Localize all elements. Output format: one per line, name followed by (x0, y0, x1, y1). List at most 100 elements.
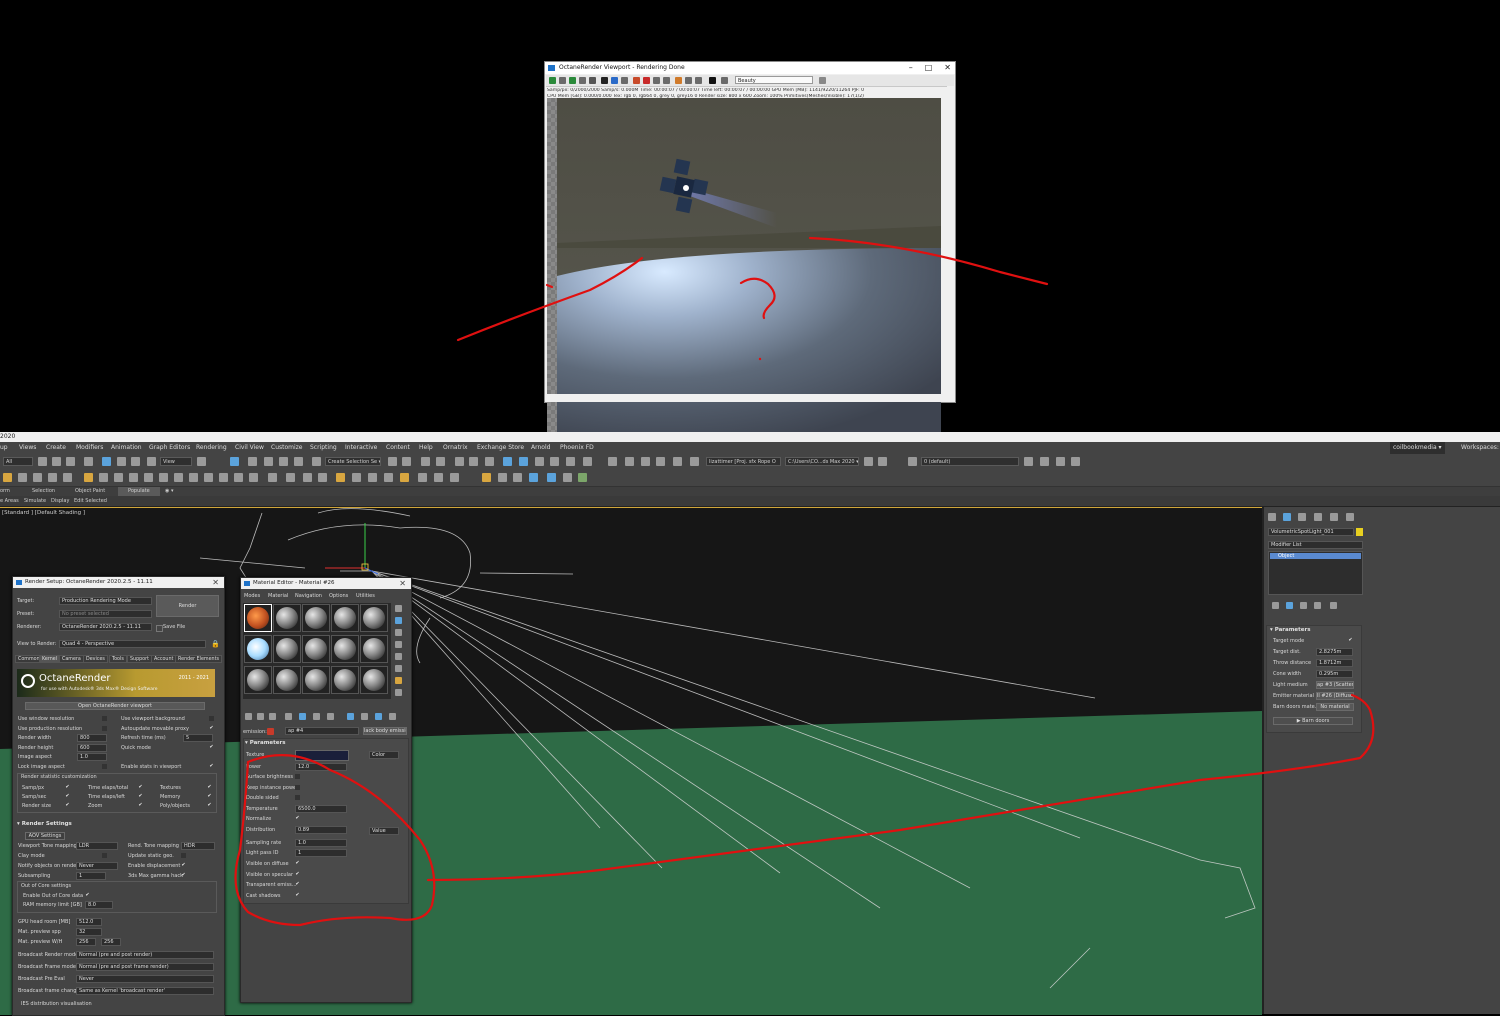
ribbon-options[interactable]: ◉ ▾ (165, 487, 173, 496)
scene-explorer-icon[interactable] (421, 457, 430, 466)
pick-material-icon[interactable] (267, 728, 274, 735)
tool-icon-31[interactable] (498, 473, 507, 482)
render-production-icon[interactable] (550, 457, 559, 466)
sample-slot-9[interactable] (331, 635, 359, 663)
octane-proxy-icon[interactable] (690, 457, 699, 466)
tab-account[interactable]: Account (151, 655, 177, 663)
tool-icon-23[interactable] (352, 473, 361, 482)
window-crossing-icon[interactable] (84, 457, 93, 466)
tool-icon-13[interactable] (189, 473, 198, 482)
target-dropdown[interactable]: Production Rendering Mode (59, 597, 152, 605)
preset-dropdown[interactable]: No preset selected (59, 610, 152, 618)
menu-create[interactable]: Create (46, 442, 66, 454)
tool-icon-26[interactable] (400, 473, 409, 482)
autoupdate-proxy-checkbox[interactable]: ✔ (209, 726, 214, 731)
save-file-checkbox[interactable] (156, 625, 163, 632)
send-scene-icon[interactable] (549, 77, 556, 84)
parameters-rollout-title[interactable]: ▾ Parameters (245, 740, 286, 746)
motion-tab-icon[interactable] (1314, 513, 1322, 521)
percent-snap-icon[interactable] (279, 457, 288, 466)
snaps-toggle-icon[interactable] (248, 457, 257, 466)
maximize-button[interactable]: □ (925, 62, 933, 74)
menu-arnold[interactable]: Arnold (531, 442, 550, 454)
camera-picker-icon[interactable] (653, 77, 660, 84)
renderer-dropdown[interactable]: OctaneRender 2020.2.5 - 11.11 (59, 623, 152, 631)
enable-stats-checkbox[interactable]: ✔ (209, 764, 214, 769)
tool-icon-11[interactable] (159, 473, 168, 482)
stat-zoom-check[interactable]: ✔ (138, 803, 143, 808)
ribbon-toggle-icon[interactable] (455, 457, 464, 466)
broadcast-frame-mode-dropdown[interactable]: Normal (pre and post frame render) (76, 963, 214, 971)
tool-icon-33[interactable] (529, 473, 538, 482)
sample-slot-11[interactable] (244, 666, 272, 694)
tool-icon-9[interactable] (129, 473, 138, 482)
light-medium-button[interactable]: ap #3 (Scatteri (1316, 681, 1354, 689)
param-field-target-dist[interactable]: 2.8275m (1316, 648, 1353, 656)
ribbon-edit-selected[interactable]: Edit Selected (74, 496, 107, 506)
texture-type-dropdown[interactable]: Color (369, 751, 399, 759)
emitter-material-button[interactable]: ll #26 (Diffuse n (1316, 692, 1354, 700)
cast-shadows-checkbox[interactable]: ✔ (295, 893, 300, 898)
options-icon[interactable] (395, 677, 402, 684)
octane-light-icon[interactable] (625, 457, 634, 466)
material-id-icon[interactable] (327, 713, 334, 720)
ribbon-tab-object-paint[interactable]: Object Paint (75, 487, 105, 496)
sample-slot-13[interactable] (302, 666, 330, 694)
minimize-button[interactable]: – (909, 62, 913, 74)
tool-icon-16[interactable] (234, 473, 243, 482)
gamma-hack-checkbox[interactable]: ✔ (181, 873, 186, 878)
enable-out-of-core-checkbox[interactable]: ✔ (85, 893, 90, 898)
pause-icon[interactable] (601, 77, 608, 84)
hierarchy-tab-icon[interactable] (1298, 513, 1306, 521)
notify-objects-dropdown[interactable]: Never (76, 862, 118, 870)
layer-stack-icon[interactable] (1040, 457, 1049, 466)
tool-icon-17[interactable] (249, 473, 258, 482)
make-preview-icon[interactable] (395, 665, 402, 672)
stat-time-elaps-total-check[interactable]: ✔ (138, 785, 143, 790)
focus-picker-icon[interactable] (621, 77, 628, 84)
select-object-icon[interactable] (38, 457, 47, 466)
menu-views[interactable]: Views (19, 442, 36, 454)
material-editor-titlebar[interactable]: Material Editor - Material #26 ✕ (241, 578, 411, 589)
project-folder-dropdown[interactable]: C:\Users\CO...ds Max 2020 ▾ (785, 457, 859, 466)
close-button[interactable]: ✕ (212, 577, 219, 588)
tool-icon-4[interactable] (48, 473, 57, 482)
tool-icon-21[interactable] (318, 473, 327, 482)
add-layer-icon[interactable] (1024, 457, 1033, 466)
stop-icon[interactable] (589, 77, 596, 84)
visible-on-specular-checkbox[interactable]: ✔ (295, 872, 300, 877)
menu-customize[interactable]: Customize (271, 442, 303, 454)
video-color-check-icon[interactable] (395, 653, 402, 660)
zoom-icon[interactable] (663, 77, 670, 84)
go-forward-icon[interactable] (389, 713, 396, 720)
render-button[interactable]: Render (156, 595, 219, 617)
menu-scripting[interactable]: Scripting (310, 442, 337, 454)
clay-mode-checkbox[interactable] (102, 853, 107, 858)
modifier-list-dropdown[interactable]: Modifier List (1268, 541, 1363, 549)
close-button[interactable]: ✕ (944, 62, 951, 74)
octane-material-icon[interactable] (673, 457, 682, 466)
menu-animation[interactable]: Animation (111, 442, 142, 454)
tool-icon-28[interactable] (434, 473, 443, 482)
render-width-field[interactable]: 800 (77, 734, 107, 742)
selection-filter-dropdown[interactable]: All (3, 457, 33, 466)
tool-icon-5[interactable] (63, 473, 72, 482)
transform-gizmo[interactable] (325, 523, 379, 575)
power-field[interactable]: 12.0 (295, 763, 347, 771)
mat-preview-spp-field[interactable]: 32 (76, 928, 102, 936)
put-to-library-icon[interactable] (313, 713, 320, 720)
render-iterative-icon[interactable] (566, 457, 575, 466)
sample-type-icon[interactable] (395, 605, 402, 612)
light-pass-id-field[interactable]: 1 (295, 849, 347, 857)
make-unique-icon[interactable] (1300, 602, 1307, 609)
keep-instance-power-checkbox[interactable] (295, 785, 300, 790)
spinner-snap-icon[interactable] (294, 457, 303, 466)
curve-editor-icon[interactable] (469, 457, 478, 466)
texture-color-swatch[interactable] (295, 750, 349, 761)
tool-icon-1[interactable] (3, 473, 12, 482)
menu-material[interactable]: Material (268, 593, 288, 599)
tool-icon-22[interactable] (336, 473, 345, 482)
utilities-tab-icon[interactable] (1346, 513, 1354, 521)
stat-poly-objects-check[interactable]: ✔ (207, 803, 212, 808)
get-material-icon[interactable] (245, 713, 252, 720)
